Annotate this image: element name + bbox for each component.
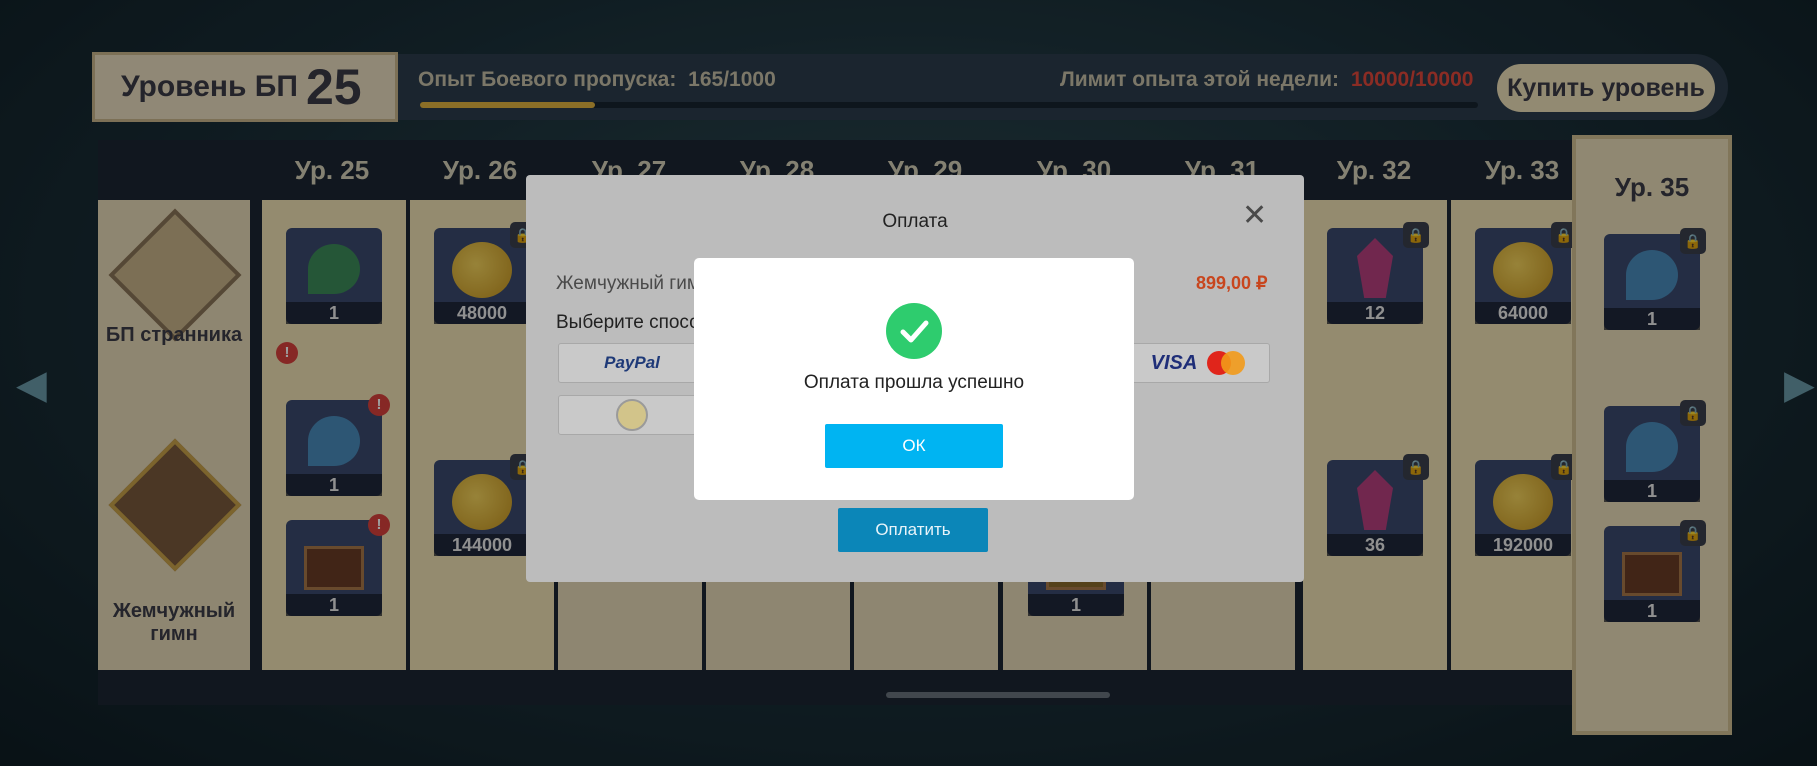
payment-dialog-title: Оплата	[882, 211, 948, 232]
visa-logo-icon: VISA	[1150, 351, 1198, 374]
check-icon	[886, 303, 942, 359]
bank-logo-icon	[616, 399, 648, 431]
mastercard-logo-icon	[1207, 351, 1246, 375]
bank-method-button[interactable]	[558, 395, 706, 435]
pay-button[interactable]: Оплатить	[838, 508, 988, 552]
paypal-logo-icon: PayPal	[604, 353, 660, 372]
paypal-method-button[interactable]: PayPal	[558, 343, 706, 383]
ok-button[interactable]: ОК	[825, 424, 1003, 468]
success-message: Оплата прошла успешно	[803, 372, 1025, 393]
card-method-button[interactable]: VISA	[1126, 343, 1270, 383]
close-icon[interactable]: ✕	[1242, 201, 1267, 231]
success-dialog: Оплата прошла успешно ОК	[694, 258, 1134, 500]
product-price: 899,00 ₽	[1196, 273, 1268, 293]
product-name: Жемчужный гимн	[556, 273, 711, 294]
